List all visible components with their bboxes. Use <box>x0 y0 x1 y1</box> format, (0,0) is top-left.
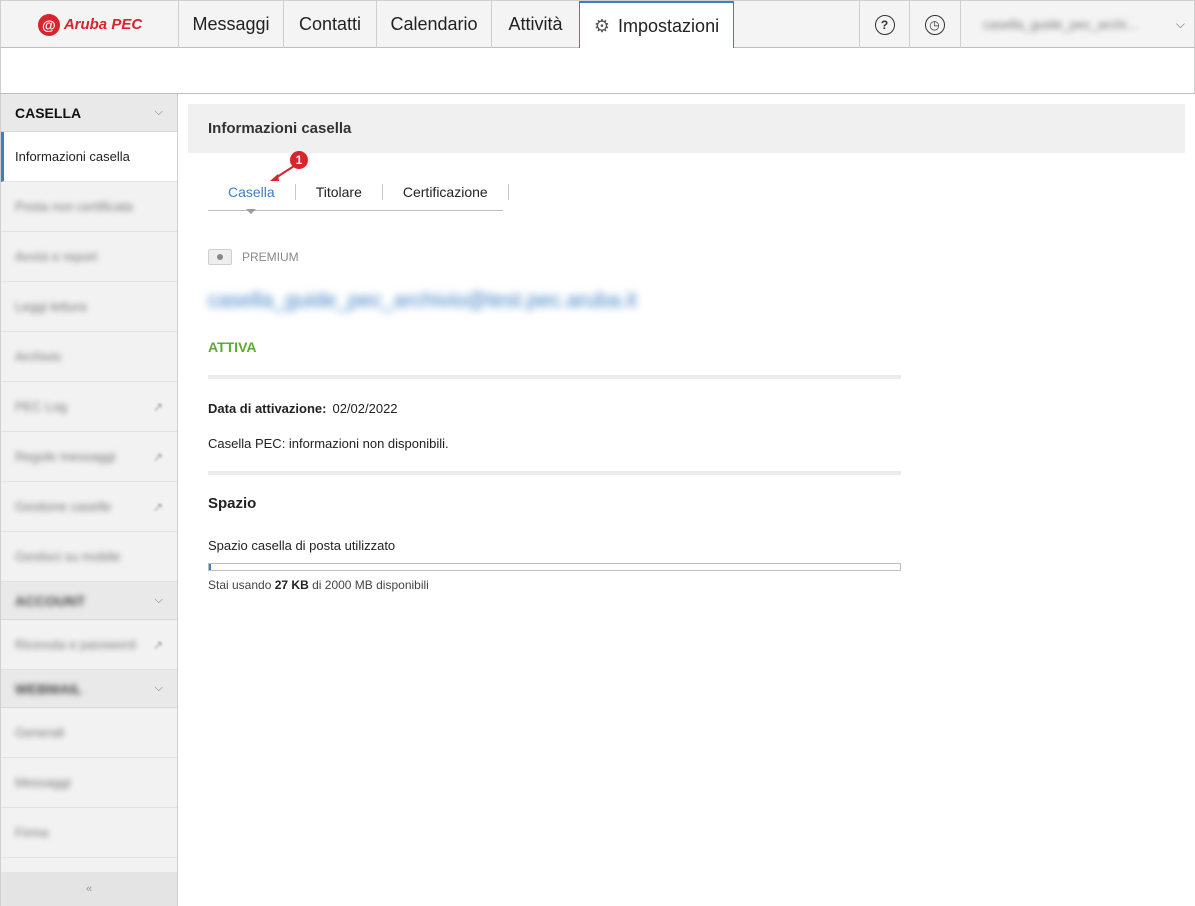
sidebar-item-informazioni-casella[interactable]: Informazioni casella <box>1 132 177 182</box>
plan-label: PREMIUM <box>242 250 299 264</box>
sidebar-item-label: Messaggi <box>15 775 71 790</box>
plan-indicator: PREMIUM <box>208 249 1185 265</box>
tab-attivita[interactable]: Attività <box>491 1 579 48</box>
settings-sidebar: CASELLA ⌵ Informazioni casella Posta non… <box>0 94 178 906</box>
history-icon: ◷ <box>924 14 945 35</box>
top-bar: @ Aruba PEC Messaggi Contatti Calendario… <box>0 0 1195 49</box>
section-label: ACCOUNT <box>15 592 85 609</box>
sidebar-item-label: Posta non certificata <box>15 199 133 214</box>
active-tab-caret <box>246 209 256 214</box>
tab-messaggi[interactable]: Messaggi <box>178 1 283 48</box>
mailbox-plan-icon <box>208 249 232 265</box>
divider <box>208 471 901 475</box>
mailbox-address: casella_guide_pec_archivio@test.pec.arub… <box>208 289 637 312</box>
tab-contatti[interactable]: Contatti <box>283 1 376 48</box>
main-content: Informazioni casella Casella Titolare Ce… <box>188 104 1185 592</box>
activation-date-label: Data di attivazione: <box>208 401 327 416</box>
tab-titolare[interactable]: Titolare <box>296 183 383 200</box>
tab-label: Impostazioni <box>618 15 720 36</box>
sidebar-item-label: Gestisci su mobile <box>15 549 121 564</box>
external-link-icon: ↗ <box>152 499 163 514</box>
sidebar-section-casella[interactable]: CASELLA ⌵ <box>1 94 177 132</box>
sidebar-item[interactable]: Firma <box>1 808 177 858</box>
tab-label: Messaggi <box>192 14 270 34</box>
sidebar-section-account[interactable]: ACCOUNT ⌵ <box>1 582 177 620</box>
usage-suffix: di 2000 MB disponibili <box>312 578 429 592</box>
aruba-logo-icon: @ <box>37 13 60 36</box>
sidebar-item[interactable]: Posta non certificata <box>1 182 177 232</box>
chevron-down-icon: ⌵ <box>154 106 163 118</box>
account-name: casella_guide_pec_archi... <box>983 17 1137 32</box>
tab-label: Contatti <box>298 14 362 34</box>
space-section-title: Spazio <box>208 495 257 512</box>
sidebar-item-label: Generali <box>15 725 65 740</box>
toolbar-area <box>0 48 1195 94</box>
tab-casella[interactable]: Casella <box>208 183 296 200</box>
question-icon: ? <box>874 14 895 35</box>
chevron-down-icon: ⌵ <box>1175 17 1185 31</box>
sidebar-item-label: Gestione caselle <box>15 499 112 514</box>
section-label: CASELLA <box>15 104 82 121</box>
usage-amount: 27 KB <box>274 578 309 592</box>
tab-label: Attività <box>508 14 563 34</box>
external-link-icon: ↗ <box>152 399 163 414</box>
sidebar-item-label: Informazioni casella <box>15 149 130 164</box>
tab-certificazione[interactable]: Certificazione <box>383 183 509 200</box>
help-button[interactable]: ? <box>859 1 909 48</box>
storage-progress-bar <box>208 563 901 571</box>
sidebar-item-label: Regole messaggi <box>15 449 116 464</box>
sidebar-item-label: Archivio <box>15 349 62 364</box>
sidebar-item[interactable]: Gestione caselle ↗ <box>1 482 177 532</box>
sidebar-item[interactable]: Messaggi <box>1 758 177 808</box>
sidebar-item-label: Firma <box>15 825 49 840</box>
sidebar-item-label: PEC Log <box>15 399 68 414</box>
sidebar-item[interactable]: PEC Log ↗ <box>1 382 177 432</box>
sidebar-item[interactable]: Regole messaggi ↗ <box>1 432 177 482</box>
pec-info-text: Casella PEC: informazioni non disponibil… <box>208 436 449 451</box>
sidebar-item-label: Ricevuta e password <box>15 637 136 652</box>
sidebar-item-label: Avvisi e report <box>15 249 98 264</box>
storage-progress-fill <box>209 564 211 570</box>
tab-calendario[interactable]: Calendario <box>376 1 491 48</box>
info-tabs: Casella Titolare Certificazione <box>208 173 509 214</box>
sidebar-item[interactable]: Generali <box>1 708 177 758</box>
account-menu[interactable]: casella_guide_pec_archi... ⌵ <box>960 1 1195 48</box>
sidebar-item[interactable]: Gestisci su mobile <box>1 532 177 582</box>
page-title: Informazioni casella <box>188 104 1185 153</box>
status-badge: ATTIVA <box>208 339 257 355</box>
double-chevron-left-icon: « <box>85 883 93 895</box>
history-button[interactable]: ◷ <box>909 1 959 48</box>
section-label: WEBMAIL <box>15 680 82 697</box>
sidebar-item[interactable]: Archivio <box>1 332 177 382</box>
storage-usage-text: Stai usando 27 KB di 2000 MB disponibili <box>208 578 1185 592</box>
aruba-pec-logo[interactable]: @ Aruba PEC <box>1 1 179 48</box>
gear-icon: ⚙ <box>593 15 611 36</box>
tab-impostazioni[interactable]: ⚙ Impostazioni <box>579 1 734 49</box>
activation-date-row: Data di attivazione: 02/02/2022 <box>208 401 1185 416</box>
external-link-icon: ↗ <box>152 449 163 464</box>
usage-prefix: Stai usando <box>208 578 272 592</box>
sidebar-section-webmail[interactable]: WEBMAIL ⌵ <box>1 670 177 708</box>
annotation-arrow-icon <box>270 165 295 181</box>
collapse-sidebar-button[interactable]: « <box>1 872 177 906</box>
activation-date-value: 02/02/2022 <box>332 401 398 416</box>
sidebar-item-label: Leggi lettura <box>15 299 87 314</box>
chevron-down-icon: ⌵ <box>154 594 163 606</box>
tab-label: Calendario <box>390 14 478 34</box>
space-usage-label: Spazio casella di posta utilizzato <box>208 538 396 553</box>
logo-text: Aruba PEC <box>63 16 143 33</box>
sidebar-item[interactable]: Ricevuta e password ↗ <box>1 620 177 670</box>
sidebar-item[interactable]: Avvisi e report <box>1 232 177 282</box>
chevron-down-icon: ⌵ <box>154 682 163 694</box>
divider <box>208 375 901 379</box>
sidebar-item[interactable]: Leggi lettura <box>1 282 177 332</box>
external-link-icon: ↗ <box>152 637 163 652</box>
